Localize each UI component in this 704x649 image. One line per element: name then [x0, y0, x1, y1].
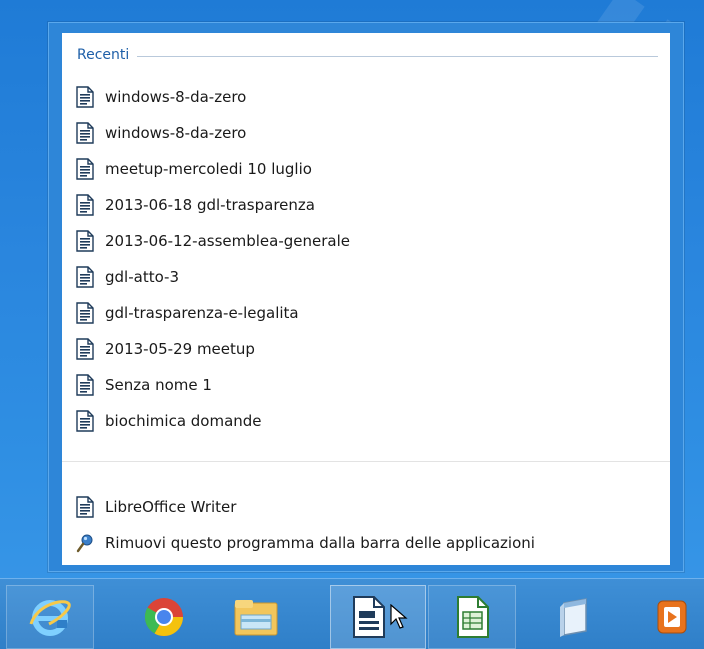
header-rule — [137, 55, 658, 57]
tasks-list: LibreOffice Writer Rimuovi questo progra… — [75, 489, 655, 561]
recent-item[interactable]: 2013-05-29 meetup — [75, 331, 655, 367]
taskbar-button-notepad[interactable] — [530, 585, 618, 649]
document-icon — [76, 122, 94, 144]
unpin-task[interactable]: Rimuovi questo programma dalla barra del… — [75, 525, 655, 561]
recent-list: windows-8-da-zero windows-8-da-zero meet… — [75, 79, 655, 439]
document-icon — [76, 230, 94, 252]
internet-explorer-icon — [29, 600, 71, 636]
recent-item[interactable]: Senza nome 1 — [75, 367, 655, 403]
chrome-icon — [144, 598, 184, 637]
jump-list: Recenti windows-8-da-zero windows-8-da-z… — [48, 22, 684, 572]
recent-item-label: gdl-atto-3 — [105, 268, 179, 286]
document-icon — [76, 374, 94, 396]
recent-item-label: 2013-06-18 gdl-trasparenza — [105, 196, 315, 214]
recent-item[interactable]: 2013-06-12-assemblea-generale — [75, 223, 655, 259]
recent-section-header: Recenti — [77, 45, 658, 65]
taskbar-button-media[interactable] — [640, 585, 704, 649]
media-player-icon — [657, 600, 687, 634]
document-icon — [76, 194, 94, 216]
taskbar-button-ie[interactable] — [6, 585, 94, 649]
mouse-cursor-icon — [390, 604, 408, 629]
recent-item-label: 2013-06-12-assemblea-generale — [105, 232, 351, 250]
recent-item[interactable]: windows-8-da-zero — [75, 115, 655, 151]
document-icon — [76, 86, 94, 108]
recent-item[interactable]: gdl-trasparenza-e-legalita — [75, 295, 655, 331]
task-label: Rimuovi questo programma dalla barra del… — [105, 534, 535, 552]
taskbar — [0, 578, 704, 649]
recent-item[interactable]: biochimica domande — [75, 403, 655, 439]
recent-item-label: meetup-mercoledi 10 luglio — [105, 160, 312, 178]
section-divider — [62, 461, 670, 462]
libreoffice-calc-icon — [457, 596, 489, 638]
task-label: LibreOffice Writer — [105, 498, 237, 516]
file-explorer-icon — [234, 600, 278, 636]
recent-item-label: Senza nome 1 — [105, 376, 212, 394]
recent-item-label: windows-8-da-zero — [105, 88, 247, 106]
recent-item[interactable]: gdl-atto-3 — [75, 259, 655, 295]
recent-header-label: Recenti — [77, 47, 130, 63]
open-writer-task[interactable]: LibreOffice Writer — [75, 489, 655, 525]
document-icon — [76, 302, 94, 324]
recent-item-label: windows-8-da-zero — [105, 124, 247, 142]
document-icon — [76, 338, 94, 360]
document-icon — [76, 410, 94, 432]
taskbar-button-file-explorer[interactable] — [212, 585, 300, 649]
notepad-icon — [560, 598, 587, 637]
recent-item-label: gdl-trasparenza-e-legalita — [105, 304, 299, 322]
recent-item[interactable]: windows-8-da-zero — [75, 79, 655, 115]
document-icon — [76, 158, 94, 180]
recent-item[interactable]: meetup-mercoledi 10 luglio — [75, 151, 655, 187]
recent-item[interactable]: 2013-06-18 gdl-trasparenza — [75, 187, 655, 223]
taskbar-button-calc[interactable] — [428, 585, 516, 649]
writer-document-icon — [76, 496, 94, 518]
document-icon — [76, 266, 94, 288]
recent-item-label: biochimica domande — [105, 412, 262, 430]
jump-list-panel: Recenti windows-8-da-zero windows-8-da-z… — [62, 33, 670, 565]
taskbar-button-writer[interactable] — [330, 585, 426, 649]
unpin-icon — [76, 534, 93, 553]
libreoffice-writer-icon — [353, 596, 385, 638]
taskbar-button-chrome[interactable] — [120, 585, 208, 649]
recent-item-label: 2013-05-29 meetup — [105, 340, 255, 358]
